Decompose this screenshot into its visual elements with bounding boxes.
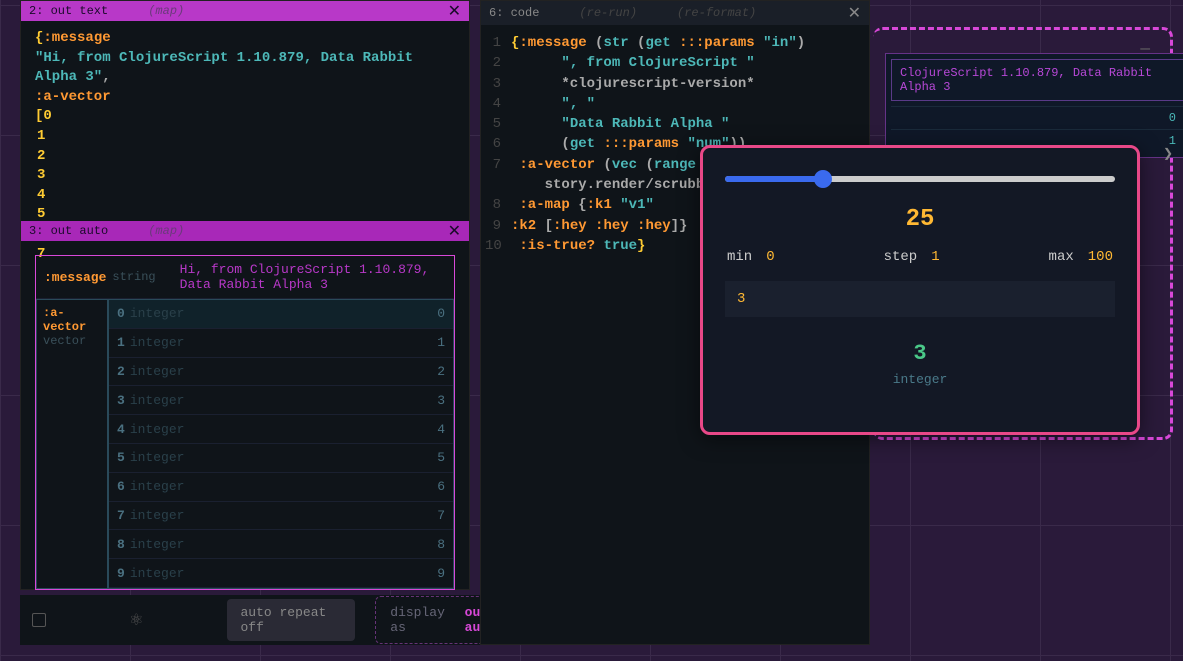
scrubber-slider[interactable] bbox=[725, 176, 1115, 182]
folder-icon[interactable] bbox=[32, 613, 46, 627]
canvas-header: ClojureScript 1.10.879, Data Rabbit Alph… bbox=[891, 59, 1183, 101]
out-text-tab-bar: 2: out text (map) ✕ bbox=[21, 1, 469, 21]
rerun-button[interactable]: (re-run) bbox=[579, 6, 637, 20]
vector-sidebar[interactable]: :a-vector vector bbox=[36, 299, 108, 589]
scrubber-value: 25 bbox=[725, 206, 1115, 233]
table-row[interactable]: 4integer4 bbox=[109, 415, 453, 444]
code-tab-label[interactable]: 6: code bbox=[489, 6, 539, 20]
out-text-tab-hint: (map) bbox=[148, 4, 184, 18]
scrubber-result-type: integer bbox=[725, 372, 1115, 387]
step-input[interactable]: 1 bbox=[931, 249, 939, 265]
canvas-row: 0 bbox=[891, 106, 1183, 129]
out-text-content: {:message "Hi, from ClojureScript 1.10.8… bbox=[21, 21, 469, 221]
out-auto-tab-hint: (map) bbox=[148, 224, 184, 238]
message-type: string bbox=[112, 270, 155, 284]
scrubber-popup: 25 min 0 step 1 max 100 3 3 integer bbox=[700, 145, 1140, 435]
step-label: step bbox=[884, 249, 918, 265]
min-label: min bbox=[727, 249, 752, 265]
max-label: max bbox=[1049, 249, 1074, 265]
close-icon[interactable]: ✕ bbox=[448, 221, 461, 241]
scrubber-field[interactable]: 3 bbox=[725, 281, 1115, 317]
max-input[interactable]: 100 bbox=[1088, 249, 1113, 265]
min-input[interactable]: 0 bbox=[766, 249, 774, 265]
table-row[interactable]: 8integer8 bbox=[109, 530, 453, 559]
slider-thumb[interactable] bbox=[814, 170, 832, 188]
out-text-tab-label[interactable]: 2: out text bbox=[29, 4, 108, 18]
vector-rows: 0integer01integer12integer23integer34int… bbox=[108, 299, 454, 589]
table-row[interactable]: 2integer2 bbox=[109, 358, 453, 387]
atom-icon[interactable]: ⚛ bbox=[129, 610, 143, 630]
chevron-right-icon[interactable]: ❯ bbox=[1163, 146, 1173, 161]
table-row[interactable]: 9integer9 bbox=[109, 559, 453, 588]
table-row[interactable]: 5integer5 bbox=[109, 444, 453, 473]
out-auto-tab-bar: 3: out auto (map) ✕ bbox=[21, 221, 469, 241]
code-tab-bar: 6: code (re-run) (re-format) ✕ bbox=[481, 1, 869, 25]
left-panel: 2: out text (map) ✕ {:message "Hi, from … bbox=[20, 0, 470, 590]
message-value: Hi, from ClojureScript 1.10.879, Data Ra… bbox=[180, 262, 446, 292]
reformat-button[interactable]: (re-format) bbox=[677, 6, 756, 20]
table-row[interactable]: 0integer0 bbox=[109, 300, 453, 329]
table-row[interactable]: 6integer6 bbox=[109, 473, 453, 502]
scrubber-result: 3 bbox=[725, 341, 1115, 366]
table-row[interactable]: 3integer3 bbox=[109, 386, 453, 415]
out-auto-content: :message string Hi, from ClojureScript 1… bbox=[21, 241, 469, 604]
close-icon[interactable]: ✕ bbox=[848, 3, 861, 23]
table-row[interactable]: 1integer1 bbox=[109, 329, 453, 358]
message-key: :message bbox=[44, 270, 106, 285]
table-row[interactable]: 7integer7 bbox=[109, 502, 453, 531]
close-icon[interactable]: ✕ bbox=[448, 1, 461, 21]
auto-repeat-toggle[interactable]: auto repeat off bbox=[227, 599, 356, 641]
out-auto-tab-label[interactable]: 3: out auto bbox=[29, 224, 108, 238]
